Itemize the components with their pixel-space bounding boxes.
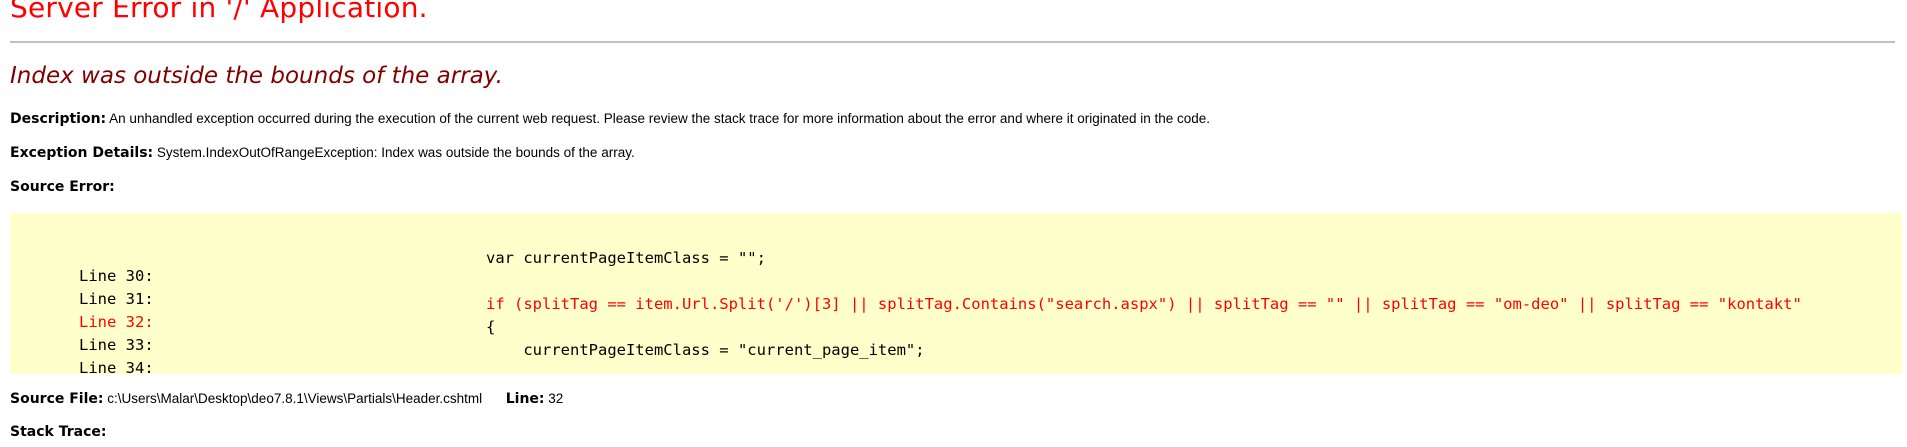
exception-details-label: Exception Details: [10,145,154,161]
line-value: 32 [548,391,564,406]
exception-details-section: Exception Details: System.IndexOutOfRang… [10,145,635,161]
code-line: Line 34: currentPageItemClass = "current… [23,341,925,395]
description-section: Description: An unhandled exception occu… [10,111,1210,127]
description-label: Description: [10,111,107,127]
error-message: Index was outside the bounds of the arra… [10,63,503,89]
source-error-section: Source Error: [10,179,115,195]
code-text: currentPageItemClass = "current_page_ite… [486,341,925,359]
source-file-label: Source File: [10,391,104,407]
description-text: An unhandled exception occurred during t… [109,111,1211,126]
code-text: if (splitTag == item.Url.Split('/')[3] |… [486,295,1802,313]
stack-trace-section: Stack Trace: [10,424,106,440]
line-number: Line 34: [79,359,154,377]
source-error-label: Source Error: [10,179,115,195]
stack-trace-label: Stack Trace: [10,424,107,440]
source-code-block: Line 30: var currentPageItemClass = ""; L… [10,213,1902,377]
page-title: Server Error in '/' Application. [10,0,428,24]
source-file-path: c:\Users\Malar\Desktop\deo7.8.1\Views\Pa… [107,391,483,406]
code-text: { [486,318,496,336]
code-text: var currentPageItemClass = ""; [486,249,766,267]
source-file-section: Source File: c:\Users\Malar\Desktop\deo7… [10,391,563,407]
title-divider [10,41,1895,43]
exception-details-text: System.IndexOutOfRangeException: Index w… [156,145,635,160]
line-label: Line: [505,391,545,407]
